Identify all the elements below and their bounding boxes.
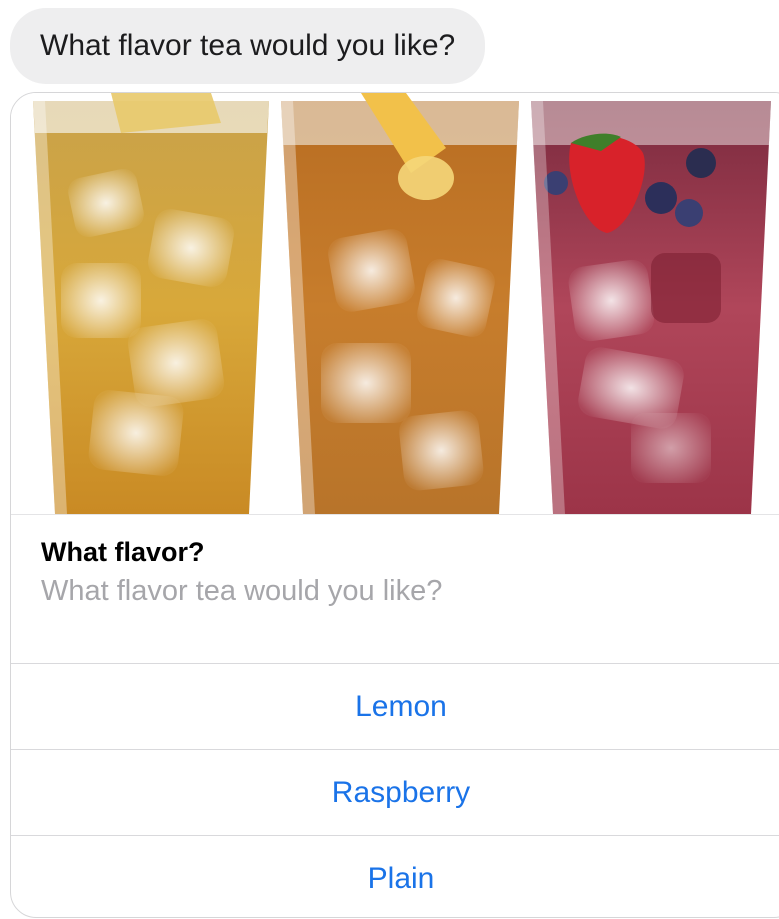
card-subtitle: What flavor tea would you like?: [41, 575, 443, 607]
option-label: Lemon: [355, 689, 447, 723]
option-raspberry-button[interactable]: Raspberry: [11, 749, 779, 835]
option-plain-button[interactable]: Plain: [11, 835, 779, 917]
option-lemon-button[interactable]: Lemon: [11, 663, 779, 749]
card-title: What flavor?: [41, 537, 205, 567]
rich-card: What flavor? What flavor tea would you l…: [10, 92, 779, 918]
option-label: Plain: [367, 861, 435, 895]
message-bubble: What flavor tea would you like?: [10, 8, 486, 84]
card-image[interactable]: [11, 93, 779, 514]
option-label: Raspberry: [331, 775, 471, 809]
iced-tea-glasses-image: [33, 93, 771, 514]
glass-3: [531, 101, 771, 514]
glass-1: [33, 93, 269, 514]
message-text: What flavor tea would you like?: [40, 29, 456, 62]
glass-2: [281, 93, 519, 514]
